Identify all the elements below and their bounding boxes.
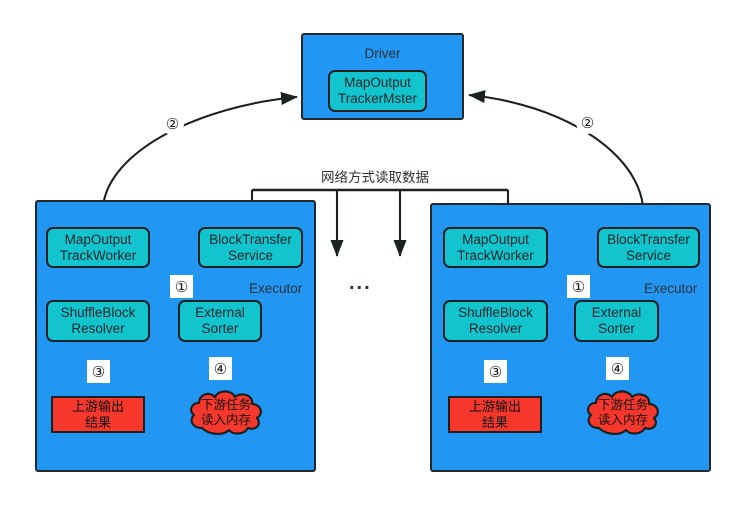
L-cloud-line2: 读入内存 — [200, 413, 251, 427]
driver-mapoutput-tracker-master[interactable]: MapOutput TrackerMster — [328, 70, 427, 112]
executor-left-step-3-marker: ③ — [87, 360, 110, 383]
L-mapoutput-line1: MapOutput — [64, 231, 132, 247]
diagram-canvas: Driver MapOutput TrackerMster 网络方式读取数据 .… — [0, 0, 743, 523]
executor-ellipsis: ... — [349, 272, 372, 294]
R-blocktransfer-line1: BlockTransfer — [607, 231, 690, 247]
executor-right-step-4-marker: ④ — [606, 357, 629, 380]
R-mapoutput-line1: MapOutput — [462, 231, 529, 247]
executor-left-mapoutput-trackworker[interactable]: MapOutput TrackWorker — [46, 227, 150, 268]
L-cloud-line1: 下游任务 — [200, 398, 251, 412]
executor-left-downstream-memory-cloud: 下游任务 读入内存 — [186, 388, 266, 438]
network-bus-label: 网络方式读取数据 — [321, 170, 429, 185]
executor-left-blocktransfer-service[interactable]: BlockTransfer Service — [198, 227, 303, 268]
driver-tracker-line1: MapOutput — [344, 75, 411, 91]
executor-right-blocktransfer-service[interactable]: BlockTransfer Service — [597, 227, 700, 268]
executor-right-external-sorter[interactable]: External Sorter — [574, 300, 659, 342]
L-blocktransfer-line1: BlockTransfer — [209, 231, 292, 247]
R-blocktransfer-line2: Service — [625, 247, 671, 263]
L-mapoutput-line2: TrackWorker — [59, 247, 137, 263]
executor-left-upstream-output-box: 上游输出 结果 — [51, 396, 145, 433]
L-shuffle-line2: Resolver — [71, 321, 125, 336]
R-shuffle-line2: Resolver — [468, 321, 523, 336]
R-output-line1: 上游输出 — [468, 399, 521, 415]
executor-right-step-3-marker: ③ — [484, 360, 507, 383]
L-shuffle-line1: ShuffleBlock — [60, 305, 136, 321]
executor-right-label: Executor — [644, 281, 698, 296]
driver-title: Driver — [364, 46, 401, 61]
executor-left-step-2-marker: ② — [161, 112, 184, 135]
L-sorter-line1: External — [195, 305, 245, 321]
executor-right-mapoutput-trackworker[interactable]: MapOutput TrackWorker — [443, 227, 548, 268]
driver-tracker-line2: TrackerMster — [337, 91, 417, 106]
L-sorter-line2: Sorter — [201, 321, 239, 336]
R-output-line2: 结果 — [481, 414, 508, 430]
executor-left-step-1-marker: ① — [170, 275, 193, 298]
executor-right-shuffleblock-resolver[interactable]: ShuffleBlock Resolver — [443, 300, 548, 342]
R-sorter-line2: Sorter — [598, 321, 635, 336]
R-cloud-line2: 读入内存 — [597, 413, 648, 427]
L-output-line2: 结果 — [84, 414, 111, 430]
R-mapoutput-line2: TrackWorker — [457, 247, 534, 263]
L-output-line1: 上游输出 — [71, 399, 124, 415]
executor-left-step-4-marker: ④ — [209, 357, 232, 380]
executor-right-downstream-memory-cloud: 下游任务 读入内存 — [583, 388, 663, 438]
R-sorter-line1: External — [591, 305, 642, 321]
executor-left-external-sorter[interactable]: External Sorter — [178, 300, 262, 342]
executor-right-step-2-marker: ② — [576, 111, 599, 134]
R-shuffle-line1: ShuffleBlock — [458, 305, 533, 321]
R-cloud-line1: 下游任务 — [597, 398, 648, 412]
executor-right-step-1-marker: ① — [567, 275, 590, 298]
executor-right-upstream-output-box: 上游输出 结果 — [448, 396, 542, 433]
L-blocktransfer-line2: Service — [227, 247, 273, 263]
executor-left-label: Executor — [249, 281, 303, 296]
executor-left-shuffleblock-resolver[interactable]: ShuffleBlock Resolver — [46, 300, 150, 342]
